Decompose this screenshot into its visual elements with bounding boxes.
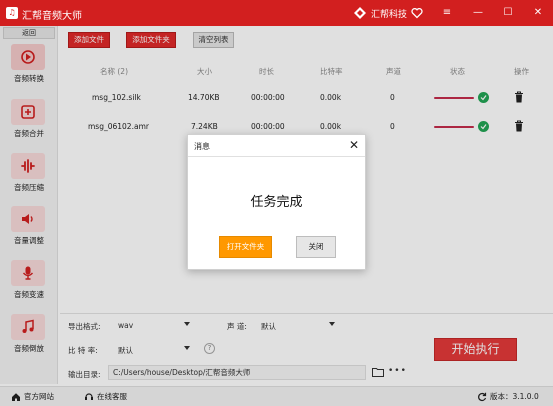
dialog-title: 消息 <box>194 142 210 151</box>
app-title: 汇帮音频大师 <box>22 11 82 22</box>
title-bar: ♫ 汇帮音频大师 汇帮科技 ≡ — ☐ ✕ <box>0 0 553 26</box>
brand-name: 汇帮科技 <box>371 9 408 20</box>
heart-icon[interactable] <box>411 7 423 19</box>
brand-logo-icon <box>354 7 366 19</box>
menu-icon[interactable]: ≡ <box>441 7 453 19</box>
dialog-close-icon[interactable]: ✕ <box>349 138 359 152</box>
dialog-header: 消息 ✕ <box>188 135 365 157</box>
close-icon[interactable]: ✕ <box>532 7 544 19</box>
app-logo-icon: ♫ <box>6 7 18 19</box>
brand: 汇帮科技 <box>353 5 423 21</box>
open-folder-button[interactable]: 打开文件夹 <box>219 236 272 258</box>
minimize-icon[interactable]: — <box>472 7 484 19</box>
close-button[interactable]: 关闭 <box>296 236 336 258</box>
message-dialog: 消息 ✕ 任务完成 打开文件夹 关闭 <box>187 134 366 270</box>
maximize-icon[interactable]: ☐ <box>502 7 514 19</box>
dialog-message: 任务完成 <box>250 195 303 210</box>
